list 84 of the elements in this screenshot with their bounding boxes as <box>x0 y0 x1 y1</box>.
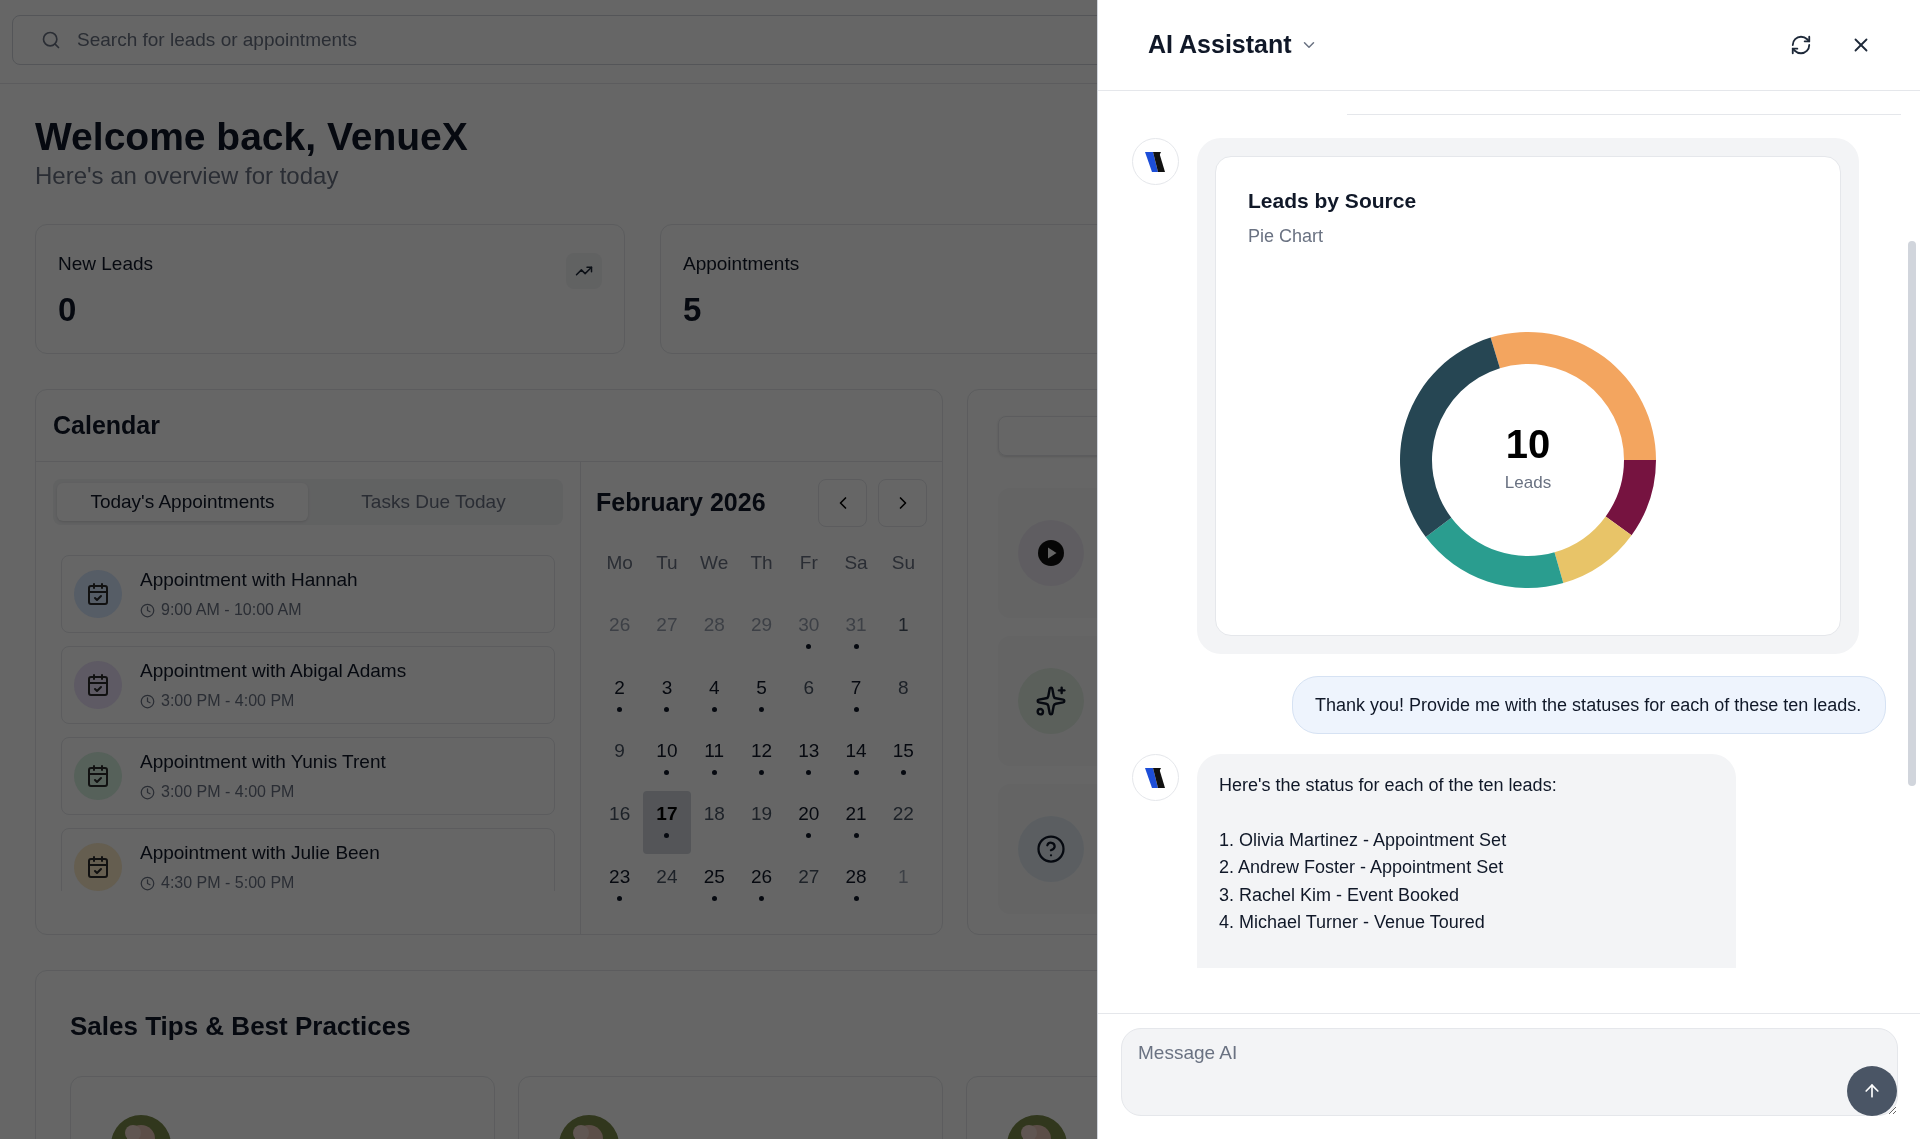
sparkle-icon <box>1035 685 1067 717</box>
calendar-day[interactable]: 28 <box>832 853 880 917</box>
calendar-day[interactable]: 17 <box>643 790 691 854</box>
weekday-label: Mo <box>605 551 634 575</box>
stat-value: 5 <box>683 289 703 330</box>
calendar-day[interactable]: 12 <box>737 727 786 791</box>
calendar-day[interactable]: 23 <box>596 853 644 917</box>
calendar-day[interactable]: 4 <box>690 664 738 728</box>
appointment-item[interactable]: Appointment with Julie Been 4:30 PM - 5:00 PM <box>61 828 555 891</box>
calendar-day[interactable]: 7 <box>832 664 880 728</box>
welcome-title: Welcome back, VenueX <box>35 114 469 160</box>
calendar-day[interactable]: 18 <box>690 790 738 854</box>
appointment-item[interactable]: Appointment with Hannah 9:00 AM - 10:00 AM <box>61 555 555 633</box>
calendar-day[interactable]: 26 <box>737 853 786 917</box>
appointment-item[interactable]: Appointment with Yunis Trent 3:00 PM - 4:00 PM <box>61 737 555 815</box>
chart-title: Leads by Source <box>1248 188 1418 214</box>
calendar-day[interactable]: 19 <box>737 790 786 854</box>
calendar-day[interactable]: 25 <box>690 853 738 917</box>
status-item: 4. Michael Turner - Venue Toured <box>1219 911 1486 934</box>
weekday-label: Sa <box>843 551 869 575</box>
search-icon <box>41 30 61 50</box>
calendar-day[interactable]: 20 <box>785 790 833 854</box>
appointment-title: Appointment with Yunis Trent <box>140 749 386 774</box>
calendar-day[interactable]: 21 <box>832 790 880 854</box>
appointment-title: Appointment with Julie Been <box>140 840 380 865</box>
calendar-day[interactable]: 11 <box>690 727 738 791</box>
total-value: 10 <box>1505 423 1551 464</box>
trend-icon <box>566 253 602 289</box>
logo-icon <box>1143 149 1168 174</box>
weekday-label: Fr <box>798 551 819 575</box>
appointment-item[interactable]: Appointment with Abigal Adams 3:00 PM - 4:00 PM <box>61 646 555 724</box>
clock-icon <box>140 602 155 618</box>
scrollbar[interactable] <box>1908 241 1916 786</box>
stat-label: New Leads <box>58 252 154 276</box>
calendar-day[interactable]: 16 <box>596 790 644 854</box>
play-icon <box>1038 540 1064 566</box>
clock-icon <box>140 875 155 891</box>
message-text: Here's the status for each of the ten leads: <box>1219 774 1558 797</box>
assistant-title-dropdown[interactable]: AI Assistant <box>1148 26 1318 64</box>
chart-subtitle: Pie Chart <box>1248 224 1325 248</box>
calendar-day[interactable]: 6 <box>785 664 833 728</box>
calendar-day[interactable]: 27 <box>785 853 833 917</box>
calendar-day[interactable]: 22 <box>879 790 927 854</box>
calendar-day[interactable]: 1 <box>879 601 927 665</box>
sales-tips-title: Sales Tips & Best Practices <box>70 1010 412 1043</box>
appointment-title: Appointment with Hannah <box>140 567 358 592</box>
calendar-day[interactable]: 15 <box>879 727 927 791</box>
status-item: 2. Andrew Foster - Appointment Set <box>1219 856 1505 879</box>
user-message: Thank you! Provide me with the statuses for each of these ten leads. <box>1292 676 1886 734</box>
search-input[interactable]: Search for leads or appointments <box>77 25 1097 55</box>
weekday-label: Th <box>749 551 774 575</box>
calendar-day[interactable]: 8 <box>879 664 927 728</box>
appointment-title: Appointment with Abigal Adams <box>140 658 407 683</box>
refresh-button[interactable] <box>1790 34 1812 56</box>
status-item: 3. Rachel Kim - Event Booked <box>1219 883 1461 907</box>
appointment-time: 3:00 PM - 4:00 PM <box>161 782 295 803</box>
calendar-day[interactable]: 13 <box>785 727 833 791</box>
appointment-time: 3:00 PM - 4:00 PM <box>161 691 295 712</box>
clock-icon <box>140 693 155 709</box>
calendar-day[interactable]: 10 <box>643 727 691 791</box>
total-label: Leads <box>1504 471 1552 494</box>
status-item: 1. Olivia Martinez - Appointment Set <box>1219 828 1508 852</box>
calendar-day[interactable]: 5 <box>737 664 786 728</box>
appointment-time: 4:30 PM - 5:00 PM <box>161 873 295 891</box>
tab[interactable]: Today's Appointments <box>57 483 308 521</box>
stat-label: Appointments <box>683 252 800 276</box>
search-field[interactable]: Search for leads or appointments <box>12 15 1097 65</box>
calendar-title: Calendar <box>53 409 160 441</box>
appointment-time: 9:00 AM - 10:00 AM <box>161 600 302 621</box>
weekday-label: Su <box>890 551 916 575</box>
weekday-label: We <box>699 551 730 575</box>
welcome-subtitle: Here's an overview for today <box>35 161 340 191</box>
calendar-day[interactable]: 3 <box>643 664 691 728</box>
month-title: February 2026 <box>596 487 766 519</box>
calendar-day[interactable]: 24 <box>643 853 691 917</box>
calendar-day[interactable]: 9 <box>596 727 644 791</box>
calendar-day[interactable]: 2 <box>596 664 644 728</box>
weekday-label: Tu <box>655 551 679 575</box>
message-field[interactable]: Message AI <box>1121 1028 1898 1116</box>
stat-value: 0 <box>58 289 78 330</box>
calendar-day[interactable]: 14 <box>832 727 880 791</box>
clock-icon <box>140 784 155 800</box>
logo-icon <box>1143 765 1168 790</box>
help-icon <box>1036 834 1066 864</box>
